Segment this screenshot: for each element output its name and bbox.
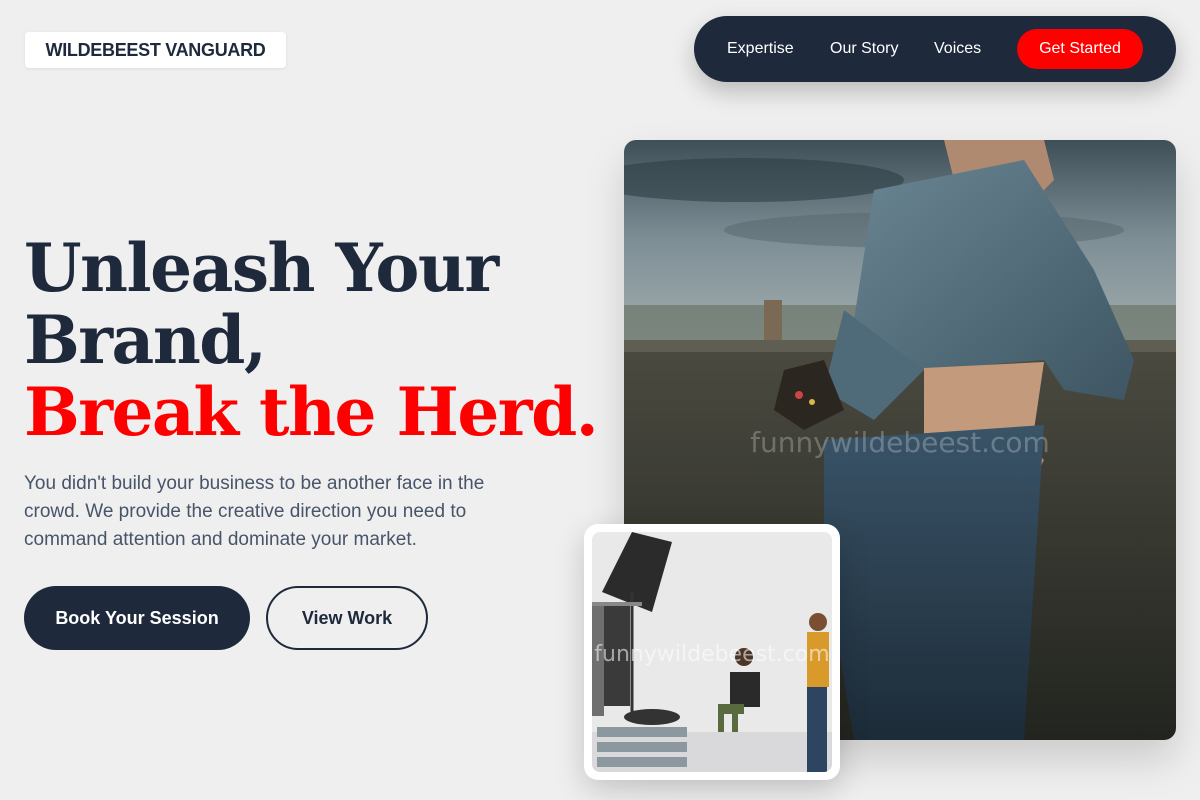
headline-line-2: Brand, xyxy=(24,301,267,379)
inset-image-watermark: funnywildebeest.com xyxy=(594,642,830,667)
inset-photo-studio: funnywildebeest.com xyxy=(592,532,832,772)
nav-link-voices[interactable]: Voices xyxy=(934,16,981,82)
get-started-button[interactable]: Get Started xyxy=(1017,29,1143,69)
main-image-watermark: funnywildebeest.com xyxy=(750,426,1050,459)
brand-logo[interactable]: WILDEBEEST VANGUARD xyxy=(25,32,286,68)
headline-accent: Break the Herd. xyxy=(24,373,599,451)
hero-subtext: You didn't build your business to be ano… xyxy=(24,473,485,550)
headline-line-1: Unleash Your xyxy=(24,229,499,307)
book-session-button[interactable]: Book Your Session xyxy=(24,586,250,650)
inset-photo-card: funnywildebeest.com xyxy=(584,524,840,780)
nav-link-our-story[interactable]: Our Story xyxy=(830,16,898,82)
hero-headline: Unleash Your Brand, Break the Herd. xyxy=(24,229,599,451)
nav-link-expertise[interactable]: Expertise xyxy=(727,16,794,82)
view-work-button[interactable]: View Work xyxy=(266,586,428,650)
top-navigation: Expertise Our Story Voices Get Started xyxy=(694,16,1176,82)
